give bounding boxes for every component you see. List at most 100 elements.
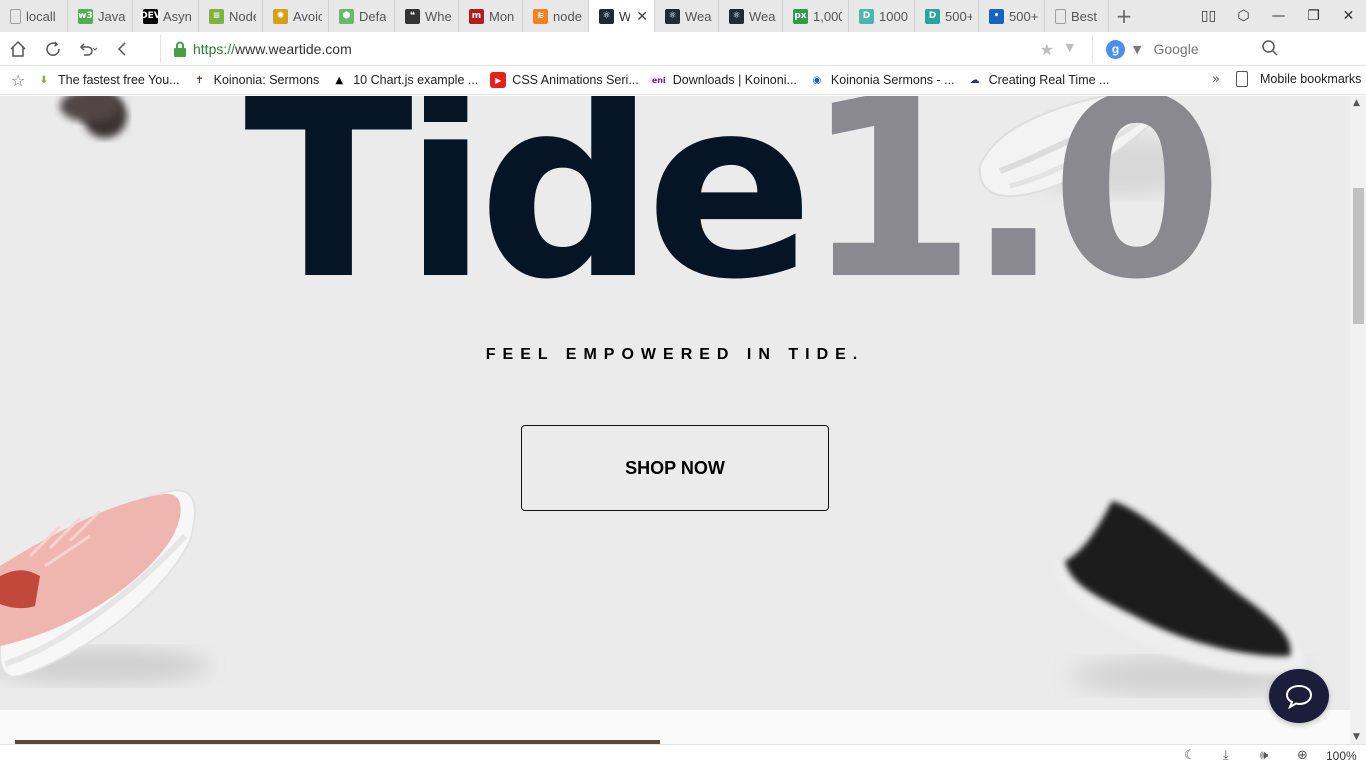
bookmark-item[interactable]: ◉ Koinonia Sermons - ...	[809, 72, 955, 88]
bookmark-item[interactable]: ▶ CSS Animations Seri...	[490, 72, 639, 88]
search-placeholder[interactable]: Google	[1153, 41, 1198, 57]
scroll-up-icon[interactable]: ▲	[1353, 98, 1360, 108]
tab-7[interactable]: m Mon	[459, 0, 523, 32]
tab-title: 1000-	[879, 8, 908, 24]
volume-icon[interactable]: 🕪	[1260, 748, 1268, 763]
tab-11[interactable]: ⚛ Wear	[719, 0, 783, 32]
cross-icon: ✝	[195, 74, 204, 86]
address-bar[interactable]: https://www.weartide.com ★ ▼	[160, 35, 1090, 63]
reload-icon[interactable]	[35, 32, 70, 66]
bookmark-star-icon[interactable]: ★	[1040, 40, 1054, 59]
close-window-icon[interactable]: ✕	[1331, 0, 1366, 32]
tab-title: Wher	[425, 8, 452, 24]
tab-13[interactable]: D 1000-	[849, 0, 915, 32]
m-icon: m	[469, 8, 484, 24]
tab-5[interactable]: ⬢ Defa	[329, 0, 395, 32]
scroll-down-icon[interactable]: ▼	[1353, 732, 1360, 742]
address-dropdown-icon[interactable]: ▼	[1066, 41, 1074, 54]
minimize-icon[interactable]: —	[1261, 0, 1296, 32]
back-icon[interactable]	[105, 32, 140, 66]
chat-widget-button[interactable]	[1269, 669, 1329, 723]
tab-9[interactable]: ⚛ W ✕	[589, 0, 655, 32]
bookmark-label: 10 Chart.js example ...	[353, 73, 479, 87]
shop-now-button[interactable]: SHOP NOW	[521, 425, 829, 511]
tile-icon[interactable]: ▯▯	[1191, 0, 1226, 32]
stack-icon: ≡	[209, 8, 224, 24]
search-box[interactable]: g ▼ Google	[1092, 35, 1287, 63]
lock-icon[interactable]	[173, 41, 187, 57]
zoom-icon[interactable]: ⊕	[1297, 748, 1308, 763]
mobile-bookmarks[interactable]: Mobile bookmarks	[1236, 71, 1361, 87]
bookmarks-overflow-icon[interactable]: »	[1212, 72, 1220, 87]
tab-14[interactable]: D 500+	[915, 0, 979, 32]
tab-3[interactable]: ≡ Node	[199, 0, 263, 32]
search-engine-dropdown-icon[interactable]: ▼	[1133, 43, 1141, 56]
bookmark-item[interactable]: eni Downloads | Koinoni...	[651, 72, 797, 88]
url-host: www.weartide.com	[235, 41, 352, 57]
tab-4[interactable]: ✺ Avoic	[263, 0, 329, 32]
tab-15[interactable]: • 500+	[979, 0, 1045, 32]
tab-title: locall	[26, 8, 56, 24]
url-text[interactable]: https://www.weartide.com	[193, 41, 352, 57]
tab-16[interactable]: Best	[1045, 0, 1109, 32]
new-tab-button[interactable]: +	[1109, 0, 1139, 32]
cloud-icon: ☁	[969, 74, 980, 86]
search-icon[interactable]	[1261, 39, 1279, 62]
tab-6[interactable]: ❝ Wher	[395, 0, 459, 32]
download-arrow-icon: ⬇	[39, 74, 49, 86]
shoe-image-pink	[0, 486, 230, 696]
tab-title: Mon	[489, 8, 515, 24]
sun-icon: ✺	[273, 8, 288, 24]
bookmark-list: ⬇ The fastest free You... ✝ Koinonia: Sermo…	[36, 72, 1121, 88]
scrollbar-thumb[interactable]	[1353, 188, 1364, 324]
d-icon: D	[859, 8, 874, 24]
tab-strip: locall w3 JavaS DEVAsyn ≡ Node ✺ Avoic ⬢ Defa ❝ Whe…	[0, 0, 1366, 32]
hero-title-version: 1.0	[803, 96, 1223, 334]
tab-title: Asyn	[163, 8, 192, 24]
dev-icon: DEV	[140, 8, 161, 24]
download-icon[interactable]: ⤓	[1223, 748, 1229, 763]
px-icon: px	[793, 8, 808, 24]
tab-title: JavaS	[98, 8, 126, 24]
tab-8[interactable]: ≋ node	[523, 0, 589, 32]
skin-icon[interactable]: ⬡	[1226, 0, 1261, 32]
react-icon: ⚛	[665, 8, 680, 24]
tab-0[interactable]: locall	[0, 0, 68, 32]
bookmark-item[interactable]: ⬇ The fastest free You...	[36, 72, 180, 88]
bookmark-label: Koinonia Sermons - ...	[830, 73, 955, 87]
night-mode-icon[interactable]: ☾	[1184, 748, 1196, 763]
hero-title-word: Tide	[244, 96, 814, 334]
mobile-bookmarks-label: Mobile bookmarks	[1260, 72, 1362, 86]
zoom-level[interactable]: 100%	[1326, 749, 1357, 763]
bookmarks-star-icon[interactable]: ☆	[0, 71, 36, 90]
bookmark-label: The fastest free You...	[58, 73, 180, 87]
tab-12[interactable]: px 1,000	[783, 0, 849, 32]
page-viewport: Tide1.0 FEEL EMPOWERED IN TIDE. SHOP NOW	[0, 96, 1350, 744]
page-scrollbar[interactable]: ▲ ▼	[1350, 96, 1366, 744]
tab-2[interactable]: DEV Asyn	[133, 0, 199, 32]
window-controls: ▯▯ ⬡ — ❐ ✕	[1191, 0, 1366, 32]
page-icon	[10, 8, 21, 24]
home-icon[interactable]	[0, 32, 35, 66]
hero-tagline: FEEL EMPOWERED IN TIDE.	[485, 346, 865, 363]
bookmark-item[interactable]: ☁ Creating Real Time ...	[967, 72, 1110, 88]
search-engine-icon[interactable]: g	[1106, 39, 1125, 59]
undo-close-tab-icon[interactable]	[70, 32, 105, 66]
youtube-icon: ▶	[490, 72, 507, 88]
shield-icon: ⬢	[339, 8, 354, 24]
tab-title: Wear	[685, 8, 712, 24]
restore-icon[interactable]: ❐	[1296, 0, 1331, 32]
mountain-icon: ▲	[335, 74, 344, 86]
tab-10[interactable]: ⚛ Wear	[655, 0, 719, 32]
close-tab-icon[interactable]: ✕	[636, 8, 648, 25]
tab-title: Wear	[749, 8, 776, 24]
bookmark-item[interactable]: ▲ 10 Chart.js example ...	[331, 72, 478, 88]
d-icon: D	[925, 8, 940, 24]
shoe-image-black	[1040, 486, 1320, 706]
tab-title: Best	[1071, 8, 1098, 24]
mobile-phone-icon	[1236, 71, 1248, 87]
bookmark-item[interactable]: ✝ Koinonia: Sermons	[192, 72, 319, 88]
url-scheme: https://	[193, 41, 236, 57]
hero-title: Tide1.0	[244, 96, 1223, 314]
tab-1[interactable]: w3 JavaS	[68, 0, 133, 32]
